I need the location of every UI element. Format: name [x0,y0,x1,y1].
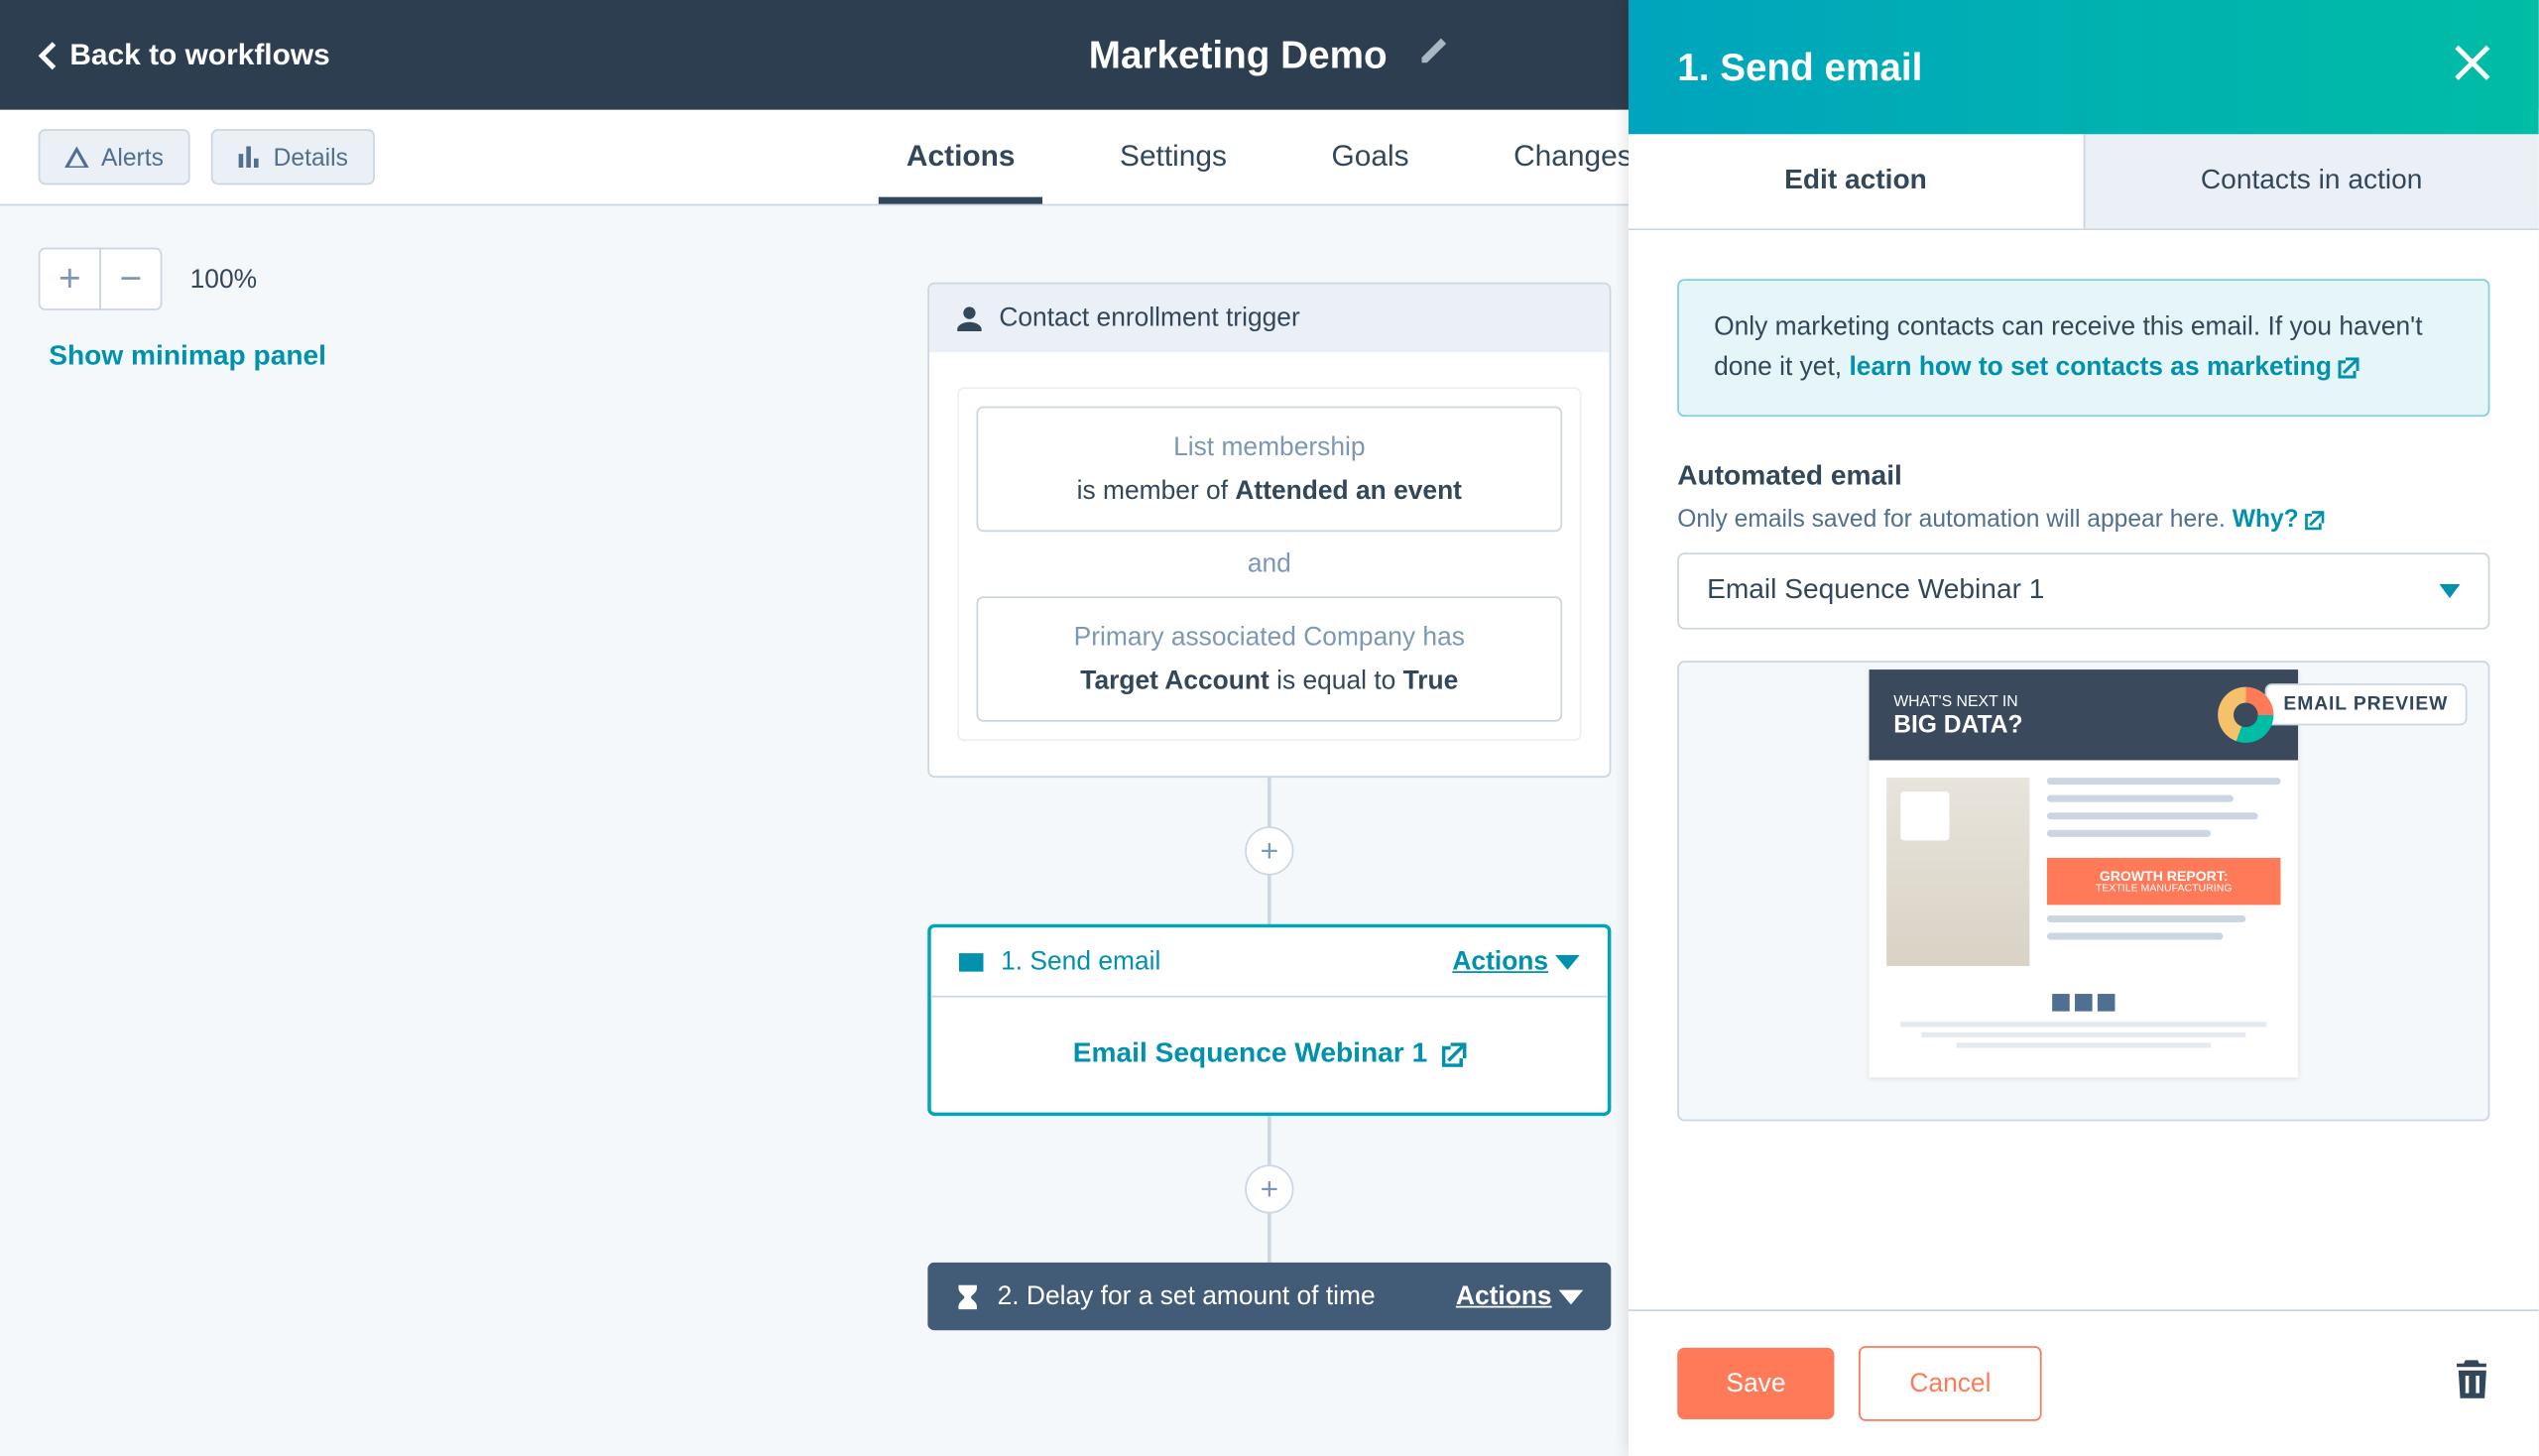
close-panel-button[interactable] [2455,43,2489,91]
trigger-header-text: Contact enrollment trigger [999,303,1299,333]
email-icon [959,949,984,974]
trigger2-text: Target Account is equal to True [992,667,1546,696]
automated-email-label: Automated email [1677,462,2489,494]
tab-contacts-in-action[interactable]: Contacts in action [2083,134,2539,228]
panel-body: Only marketing contacts can receive this… [1629,230,2539,1309]
title-area: Marketing Demo [1089,33,1450,78]
chevron-left-icon [39,41,57,68]
contact-icon [957,306,982,331]
external-link-icon [2339,357,2359,378]
mock-image [1886,778,2029,966]
cancel-button[interactable]: Cancel [1859,1346,2041,1421]
panel-title: 1. Send email [1677,45,1922,90]
caret-down-icon [2439,584,2460,598]
email-preview-thumbnail[interactable]: WHAT'S NEXT IN BIG DATA? GROWTH REPORT: … [1870,669,2298,1077]
trigger-header: Contact enrollment trigger [929,285,1610,353]
step-2-delay-card[interactable]: 2. Delay for a set amount of time Action… [927,1263,1611,1331]
edit-title-button[interactable] [1418,35,1450,74]
step-2-actions-label: Actions [1456,1281,1552,1311]
caret-down-icon [1555,949,1580,974]
step-2-header: 2. Delay for a set amount of time Action… [927,1263,1611,1331]
alert-icon [64,145,89,170]
tab-settings[interactable]: Settings [1120,110,1227,204]
chart-icon [237,145,262,170]
panel-tabs: Edit action Contacts in action [1629,134,2539,230]
trigger1-text: is member of Attended an event [992,476,1546,506]
step-2-title: 2. Delay for a set amount of time [998,1281,1376,1311]
mock-hero-line1: WHAT'S NEXT IN [1893,692,2022,710]
mock-cta: GROWTH REPORT: TEXTILE MANUFACTURING [2047,858,2281,905]
why-link[interactable]: Why? [2233,504,2325,532]
connector [1268,1214,1271,1263]
alerts-button[interactable]: Alerts [39,129,190,184]
side-panel: 1. Send email Edit action Contacts in ac… [1629,0,2539,1456]
caret-down-icon [1559,1284,1584,1309]
show-minimap-link[interactable]: Show minimap panel [49,342,326,374]
tab-actions[interactable]: Actions [907,110,1016,204]
workflow-flow: Contact enrollment trigger List membersh… [927,283,1611,1331]
mock-hero-line2: BIG DATA? [1893,710,2022,738]
enrollment-trigger-card[interactable]: Contact enrollment trigger List membersh… [927,283,1611,778]
donut-icon [2218,687,2273,743]
automated-email-help: Only emails saved for automation will ap… [1677,504,2489,532]
email-preview-badge: EMAIL PREVIEW [2264,683,2467,725]
external-link-icon [2306,511,2325,530]
tab-goals[interactable]: Goals [1331,110,1408,204]
zoom-out-button[interactable]: − [99,248,162,310]
trigger-condition-1[interactable]: List membership is member of Attended an… [976,407,1562,533]
delete-action-button[interactable] [2455,1360,2489,1406]
back-label: Back to workflows [69,38,329,72]
add-step-button[interactable]: + [1245,1164,1293,1213]
details-button[interactable]: Details [210,129,374,184]
step-2-actions-dropdown[interactable]: Actions [1456,1281,1583,1311]
workflow-title: Marketing Demo [1089,33,1388,78]
save-button[interactable]: Save [1677,1348,1835,1419]
step-1-header: 1. Send email Actions [931,927,1608,997]
step-1-email-name: Email Sequence Webinar 1 [1073,1039,1427,1071]
marketing-contacts-info: Only marketing contacts can receive this… [1677,279,2489,417]
step-1-actions-dropdown[interactable]: Actions [1452,947,1579,977]
step-1-actions-label: Actions [1452,947,1548,977]
panel-header: 1. Send email [1629,0,2539,134]
step-1-send-email-card[interactable]: 1. Send email Actions Email Sequence Web… [927,924,1611,1116]
email-select-value: Email Sequence Webinar 1 [1707,575,2044,607]
tab-changes[interactable]: Changes [1513,110,1632,204]
trigger2-label: Primary associated Company has [992,623,1546,653]
step-1-title: 1. Send email [1001,947,1160,977]
pencil-icon [1418,35,1450,66]
external-link-icon [1441,1042,1466,1067]
learn-marketing-contacts-link[interactable]: learn how to set contacts as marketing [1849,351,2359,381]
back-to-workflows-link[interactable]: Back to workflows [39,38,330,72]
zoom-in-button[interactable]: + [39,248,101,310]
step-1-email-link[interactable]: Email Sequence Webinar 1 [931,998,1608,1113]
connector [1268,876,1271,924]
trash-icon [2455,1360,2489,1398]
alerts-label: Alerts [101,143,164,171]
close-icon [2455,45,2489,79]
trigger-condition-2[interactable]: Primary associated Company has Target Ac… [976,596,1562,722]
zoom-controls: + − 100% [39,248,257,310]
and-label: and [976,532,1562,596]
tab-edit-action[interactable]: Edit action [1629,134,2083,228]
connector [1268,1116,1271,1164]
trigger1-label: List membership [992,432,1546,462]
zoom-level: 100% [190,264,257,294]
connector [1268,778,1271,826]
hourglass-icon [955,1284,980,1309]
main-tabs: Actions Settings Goals Changes [907,110,1632,204]
email-select[interactable]: Email Sequence Webinar 1 [1677,552,2489,629]
trigger-body: List membership is member of Attended an… [929,352,1610,776]
details-label: Details [274,143,348,171]
social-icons [1886,994,2280,1012]
panel-footer: Save Cancel [1629,1309,2539,1456]
add-step-button[interactable]: + [1245,826,1293,875]
email-preview-area: EMAIL PREVIEW WHAT'S NEXT IN BIG DATA? G… [1677,661,2489,1121]
